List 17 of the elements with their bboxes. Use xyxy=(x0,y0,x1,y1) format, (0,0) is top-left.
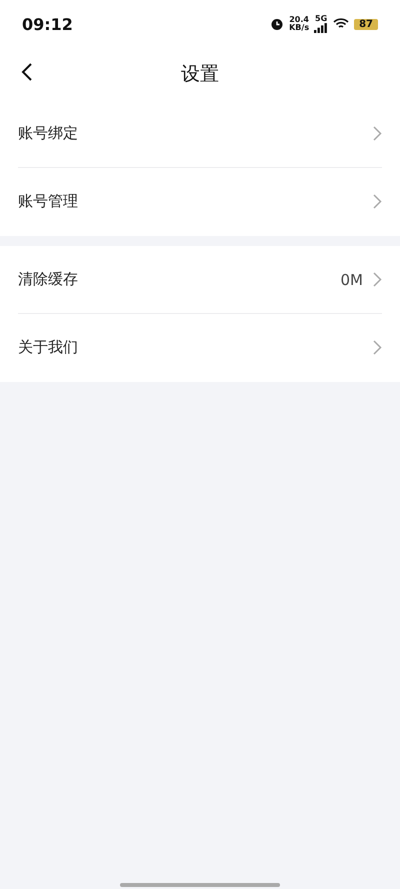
network-speed: 20.4 KB/s xyxy=(289,16,310,32)
chevron-right-icon xyxy=(373,340,382,355)
setting-item[interactable]: 关于我们 xyxy=(18,338,373,357)
chevron-right-icon xyxy=(373,272,382,287)
chevron-right-icon xyxy=(373,194,382,209)
setting-item[interactable]: 清除缓存 xyxy=(18,270,340,289)
network-type: 5G xyxy=(315,15,328,23)
wifi-icon xyxy=(333,18,350,30)
setting-item[interactable]: 账号管理 xyxy=(18,192,373,211)
battery-indicator: 87 xyxy=(354,18,378,30)
setting-item[interactable]: 账号绑定 xyxy=(18,124,373,143)
signal-icon xyxy=(314,23,328,33)
page-title: 设置 xyxy=(181,62,219,87)
status-time: 09:12 xyxy=(22,14,73,34)
alarm-icon xyxy=(270,17,284,31)
setting-value: 0M xyxy=(340,270,363,288)
chevron-right-icon xyxy=(373,126,382,141)
